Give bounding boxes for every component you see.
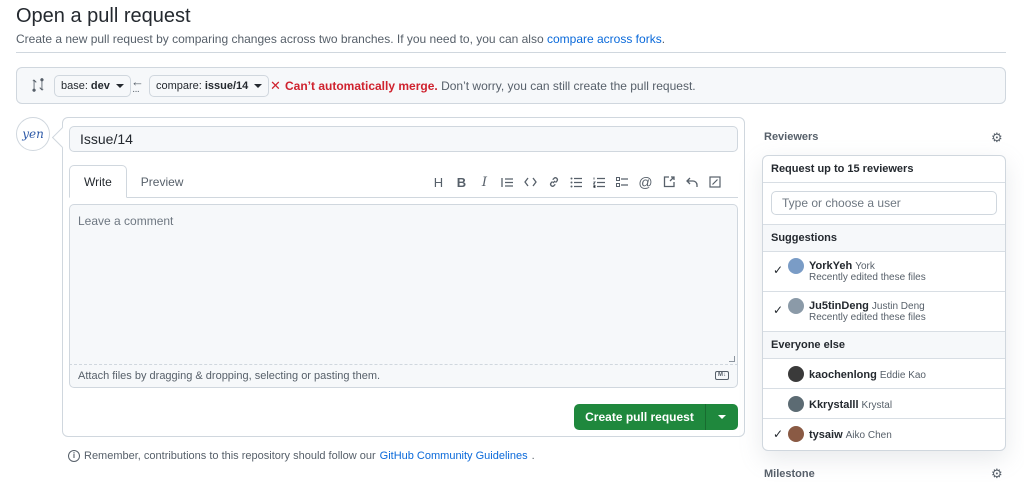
page-title: Open a pull request — [16, 5, 191, 27]
info-icon: i — [68, 450, 80, 462]
comment-placeholder: Leave a comment — [78, 214, 174, 228]
create-options-dropdown[interactable] — [705, 404, 738, 430]
reviewer-option[interactable]: Kkrystalll Krystal — [763, 389, 1005, 419]
base-prefix: base: — [61, 80, 88, 92]
reviewer-login: kaochenlong — [809, 369, 877, 381]
code-icon[interactable] — [519, 173, 542, 191]
avatar — [788, 366, 804, 382]
reviewer-login: YorkYeh — [809, 260, 853, 272]
chevron-down-icon — [718, 415, 726, 419]
resize-handle[interactable] — [729, 356, 735, 362]
tab-divider — [69, 197, 738, 198]
header-divider — [16, 52, 1006, 53]
chevron-down-icon — [115, 84, 124, 88]
merge-status: Can’t automatically merge. Don’t worry, … — [285, 79, 696, 93]
reviewer-name: York — [855, 261, 875, 272]
suggestions-heading: Suggestions — [763, 225, 1005, 252]
avatar — [788, 396, 804, 412]
footnote-end: . — [531, 450, 535, 462]
create-pull-request-label[interactable]: Create pull request — [574, 404, 705, 430]
reviewers-heading[interactable]: Reviewers — [764, 131, 818, 143]
avatar — [788, 426, 804, 442]
page-subtitle: Create a new pull request by comparing c… — [16, 32, 665, 46]
compare-branch-name: issue/14 — [204, 80, 249, 92]
attach-files-text: Attach files by dragging & dropping, sel… — [78, 370, 381, 382]
fullscreen-icon[interactable] — [703, 173, 726, 191]
reviewer-search-input[interactable] — [771, 191, 997, 215]
task-list-icon[interactable] — [611, 173, 634, 191]
range-editor: base: dev ← ··· compare: issue/14 ✕ Can’… — [16, 67, 1006, 104]
check-icon: ✓ — [773, 303, 784, 317]
reviewer-login: tysaiw — [809, 429, 843, 441]
gear-icon[interactable]: ⚙ — [991, 130, 1003, 146]
reviewer-name: Aiko Chen — [845, 430, 892, 441]
avatar — [788, 258, 804, 274]
popover-header: Request up to 15 reviewers — [763, 156, 1005, 183]
avatar: yen — [16, 117, 50, 151]
italic-icon[interactable]: I — [473, 173, 496, 191]
reviewer-reason: Recently edited these files — [809, 312, 926, 323]
ellipsis-icon: ··· — [132, 86, 140, 97]
chevron-down-icon — [254, 84, 263, 88]
ordered-list-icon[interactable] — [588, 173, 611, 191]
reviewers-popover: Request up to 15 reviewers Suggestions ✓… — [762, 155, 1006, 451]
reviewer-name: Eddie Kao — [879, 370, 926, 381]
popover-search-wrap — [763, 183, 1005, 225]
gear-icon[interactable]: ⚙ — [991, 466, 1003, 482]
compare-branch-select[interactable]: compare: issue/14 — [149, 75, 270, 97]
reviewer-name: Krystal — [861, 400, 893, 411]
avatar — [788, 298, 804, 314]
create-pull-request-button: Create pull request — [574, 404, 738, 430]
reviewer-login: Kkrystalll — [809, 399, 859, 411]
x-icon: ✕ — [270, 78, 281, 93]
pr-title-input[interactable] — [69, 126, 738, 152]
reviewer-option[interactable]: ✓ Ju5tinDeng Justin Deng Recently edited … — [763, 292, 1005, 332]
link-icon[interactable] — [542, 173, 565, 191]
compare-prefix: compare: — [156, 80, 202, 92]
tab-preview[interactable]: Preview — [127, 165, 198, 198]
markdown-icon: M↓ — [715, 371, 729, 380]
merge-status-label: Can’t automatically merge. — [285, 79, 438, 93]
bold-icon[interactable]: B — [450, 173, 473, 191]
reviewer-option[interactable]: ✓ YorkYeh York Recently edited these file… — [763, 252, 1005, 292]
reviewer-login: Ju5tinDeng — [809, 300, 869, 312]
editor-tabs: Write Preview — [69, 165, 197, 198]
base-branch-name: dev — [90, 80, 110, 92]
git-compare-icon — [31, 78, 45, 95]
quote-icon[interactable] — [496, 173, 519, 191]
merge-status-hint: Don’t worry, you can still create the pu… — [441, 79, 696, 93]
compare-across-forks-link[interactable]: compare across forks — [547, 32, 662, 46]
tab-write[interactable]: Write — [69, 165, 127, 198]
everyone-else-heading: Everyone else — [763, 332, 1005, 359]
milestone-heading[interactable]: Milestone — [764, 468, 815, 480]
reviewer-name: Justin Deng — [871, 301, 925, 312]
reply-icon[interactable] — [680, 173, 703, 191]
subtitle-end: . — [661, 32, 666, 46]
check-icon: ✓ — [773, 263, 784, 277]
reviewer-option[interactable]: ✓ tysaiw Aiko Chen — [763, 419, 1005, 449]
markdown-toolbar: H B I @ — [427, 173, 726, 191]
community-guidelines-link[interactable]: GitHub Community Guidelines — [380, 450, 528, 462]
attach-files-area[interactable]: Attach files by dragging & dropping, sel… — [69, 365, 738, 388]
base-branch-select[interactable]: base: dev — [54, 75, 131, 97]
reviewer-reason: Recently edited these files — [809, 272, 926, 283]
pr-editor: Write Preview H B I @ — [62, 117, 745, 437]
community-guidelines-note: i Remember, contributions to this reposi… — [68, 450, 535, 462]
heading-icon[interactable]: H — [427, 173, 450, 191]
reference-icon[interactable] — [657, 173, 680, 191]
unordered-list-icon[interactable] — [565, 173, 588, 191]
footnote-text: Remember, contributions to this reposito… — [84, 450, 376, 462]
reviewer-option[interactable]: kaochenlong Eddie Kao — [763, 359, 1005, 389]
mention-icon[interactable]: @ — [634, 173, 657, 191]
check-icon: ✓ — [773, 427, 784, 441]
comment-textarea[interactable]: Leave a comment — [69, 204, 738, 365]
subtitle-text: Create a new pull request by comparing c… — [16, 32, 544, 46]
